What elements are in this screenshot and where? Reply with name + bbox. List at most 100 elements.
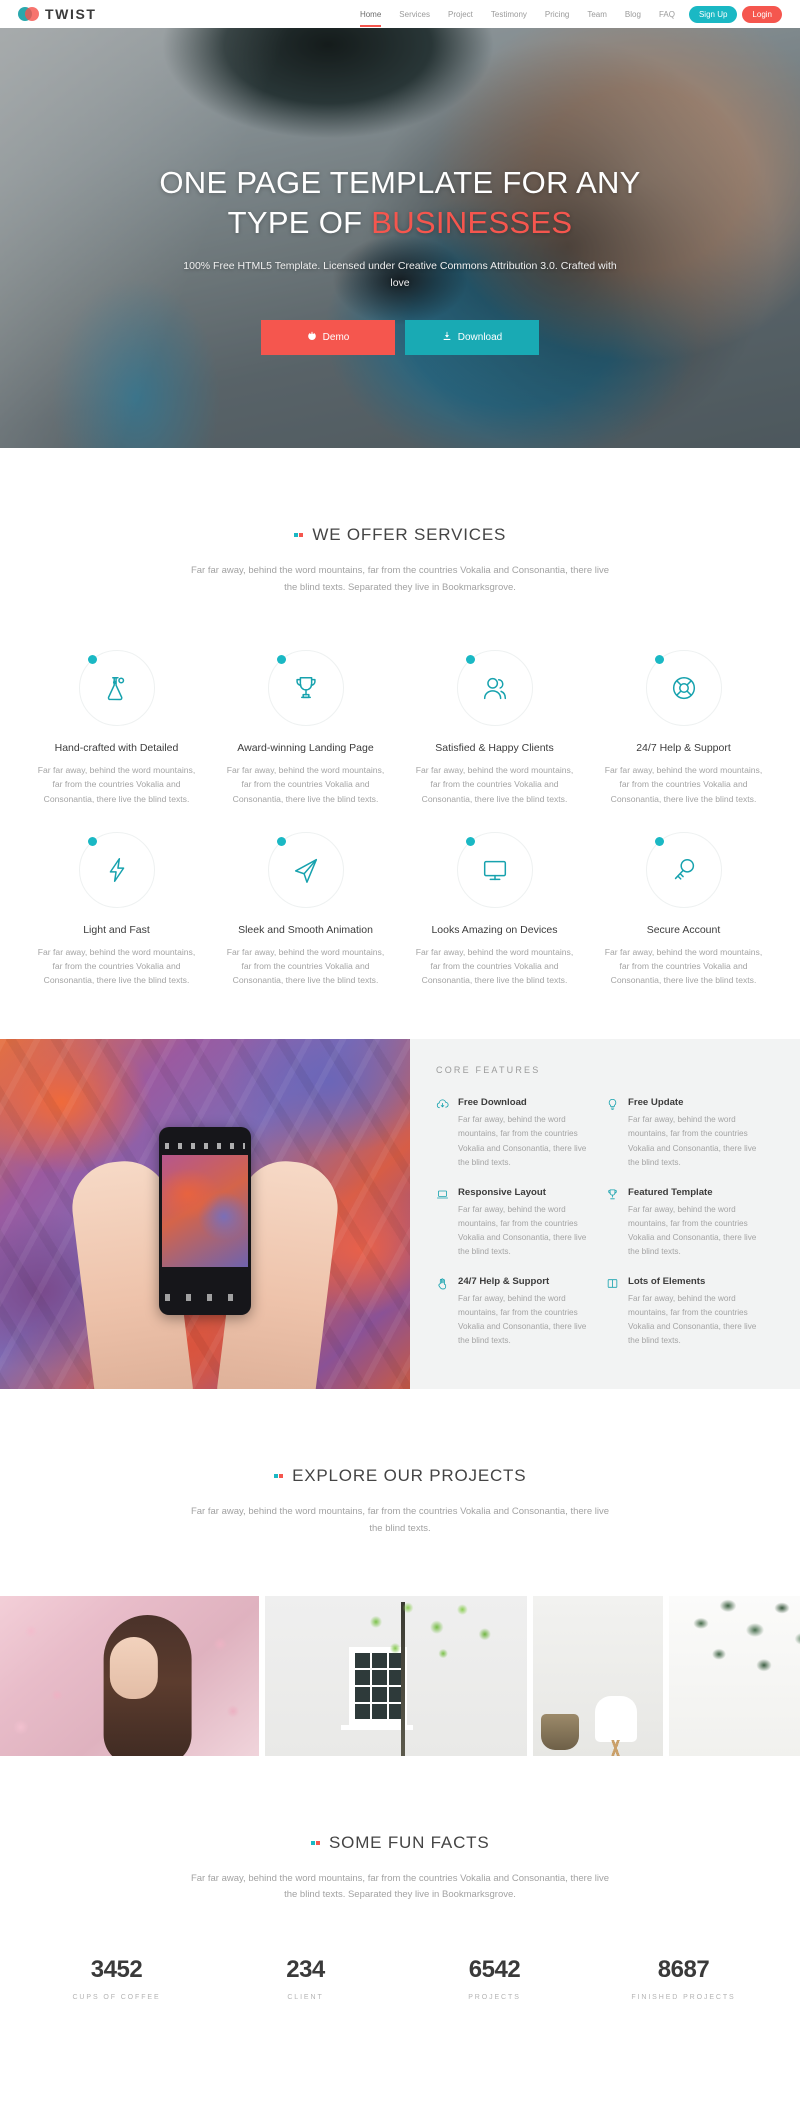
hands-illustration xyxy=(67,1071,343,1390)
project-thumbnail-2[interactable] xyxy=(265,1595,527,1756)
core-feature-desc: Far far away, behind the word mountains,… xyxy=(628,1294,757,1346)
core-feature-responsive-layout[interactable]: Responsive Layout Far far away, behind t… xyxy=(436,1187,606,1259)
core-feature-desc: Far far away, behind the word mountains,… xyxy=(458,1294,587,1346)
core-feature-desc: Far far away, behind the word mountains,… xyxy=(458,1115,587,1167)
service-card-secure-account[interactable]: Secure Account Far far away, behind the … xyxy=(589,831,778,988)
counter-finished-projects: 8687 FINISHED PROJECTS xyxy=(589,1956,778,2001)
fun-facts-section: SOME FUN FACTS Far far away, behind the … xyxy=(0,1756,800,2031)
nav-item-pricing[interactable]: Pricing xyxy=(536,3,578,26)
services-description: Far far away, behind the word mountains,… xyxy=(190,565,610,593)
cloud-download-icon xyxy=(436,1097,450,1169)
counters-row: 3452 CUPS OF COFFEE 234 CLIENT 6542 PROJ… xyxy=(0,1956,800,2031)
services-row-1: Hand-crafted with Detailed Far far away,… xyxy=(22,650,778,806)
service-desc: Far far away, behind the word mountains,… xyxy=(37,765,196,804)
service-title: Satisfied & Happy Clients xyxy=(435,742,554,755)
brand-logo[interactable]: TWIST xyxy=(18,6,97,22)
landing-page: TWIST Home Services Project Testimony Pr… xyxy=(0,0,800,2031)
services-heading-text: WE OFFER SERVICES xyxy=(312,525,507,544)
download-icon xyxy=(442,331,452,344)
core-features-heading: CORE FEATURES xyxy=(436,1065,541,1076)
counter-projects: 6542 PROJECTS xyxy=(400,1956,589,2001)
demo-button[interactable]: Demo xyxy=(261,319,395,355)
nav-item-testimony[interactable]: Testimony xyxy=(482,3,536,26)
core-features-image xyxy=(0,1039,410,1390)
core-feature-title: 24/7 Help & Support xyxy=(458,1276,550,1288)
nav-item-services[interactable]: Services xyxy=(390,3,439,26)
trophy-icon xyxy=(267,650,344,727)
hero-title-highlight: BUSINESSES xyxy=(371,204,573,240)
service-desc: Far far away, behind the word mountains,… xyxy=(226,946,385,986)
users-icon xyxy=(456,650,533,727)
nav-item-home[interactable]: Home xyxy=(351,3,390,27)
service-desc: Far far away, behind the word mountains,… xyxy=(604,946,763,986)
heading-dots-icon xyxy=(273,1474,284,1479)
service-card-smooth-animation[interactable]: Sleek and Smooth Animation Far far away,… xyxy=(211,831,400,988)
services-heading: WE OFFER SERVICES xyxy=(293,525,507,545)
service-desc: Far far away, behind the word mountains,… xyxy=(226,765,385,804)
service-card-light-fast[interactable]: Light and Fast Far far away, behind the … xyxy=(22,831,211,988)
sign-up-button[interactable]: Sign Up xyxy=(688,5,738,23)
service-card-hand-crafted[interactable]: Hand-crafted with Detailed Far far away,… xyxy=(22,650,211,806)
service-desc: Far far away, behind the word mountains,… xyxy=(415,946,574,986)
download-button[interactable]: Download xyxy=(405,319,539,355)
core-feature-title: Responsive Layout xyxy=(458,1186,546,1198)
core-feature-title: Free Download xyxy=(458,1097,527,1109)
core-feature-title: Lots of Elements xyxy=(628,1276,706,1288)
services-row-2: Light and Fast Far far away, behind the … xyxy=(22,831,778,988)
trophy-icon xyxy=(606,1187,620,1259)
service-card-looks-amazing[interactable]: Looks Amazing on Devices Far far away, b… xyxy=(400,831,589,988)
service-title: Hand-crafted with Detailed xyxy=(54,742,179,755)
service-desc: Far far away, behind the word mountains,… xyxy=(415,765,574,804)
lifebuoy-icon xyxy=(645,650,722,727)
service-title: Secure Account xyxy=(646,923,721,936)
project-thumbnail-4[interactable] xyxy=(669,1595,800,1756)
counter-label: CLIENT xyxy=(287,1993,324,2001)
nav-item-faq[interactable]: FAQ xyxy=(650,3,684,26)
counter-number: 3452 xyxy=(90,1955,143,1983)
projects-section: EXPLORE OUR PROJECTS Far far away, behin… xyxy=(0,1389,800,1756)
heading-dots-icon xyxy=(310,1840,321,1845)
counter-client: 234 CLIENT xyxy=(211,1956,400,2001)
core-feature-free-update[interactable]: Free Update Far far away, behind the wor… xyxy=(606,1097,776,1169)
hand-icon xyxy=(436,1276,450,1348)
core-feature-help-support[interactable]: 24/7 Help & Support Far far away, behind… xyxy=(436,1276,606,1348)
nav-item-blog[interactable]: Blog xyxy=(616,3,650,26)
service-card-happy-clients[interactable]: Satisfied & Happy Clients Far far away, … xyxy=(400,650,589,806)
hero-subtitle: 100% Free HTML5 Template. Licensed under… xyxy=(183,260,617,290)
twist-logo-icon xyxy=(18,7,40,21)
projects-gallery xyxy=(0,1595,800,1756)
service-desc: Far far away, behind the word mountains,… xyxy=(604,765,763,804)
login-button[interactable]: Login xyxy=(742,5,782,23)
project-thumbnail-3[interactable] xyxy=(533,1595,663,1756)
service-title: Light and Fast xyxy=(83,923,150,936)
core-feature-desc: Far far away, behind the word mountains,… xyxy=(458,1204,587,1257)
bolt-icon xyxy=(78,831,155,908)
hero-section: ONE PAGE TEMPLATE FOR ANY TYPE OF BUSINE… xyxy=(0,28,800,448)
project-thumbnail-1[interactable] xyxy=(0,1595,259,1756)
top-navbar: TWIST Home Services Project Testimony Pr… xyxy=(0,0,800,28)
core-feature-lots-of-elements[interactable]: Lots of Elements Far far away, behind th… xyxy=(606,1276,776,1348)
hero-title-line2: TYPE OF xyxy=(227,204,372,240)
core-feature-desc: Far far away, behind the word mountains,… xyxy=(628,1115,757,1167)
monitor-icon xyxy=(456,831,533,908)
hero-title-line1: ONE PAGE TEMPLATE FOR ANY xyxy=(159,165,641,200)
nav-item-team[interactable]: Team xyxy=(578,3,616,26)
service-title: Award-winning Landing Page xyxy=(237,742,374,755)
service-desc: Far far away, behind the word mountains,… xyxy=(37,946,196,986)
nav-item-project[interactable]: Project xyxy=(439,3,482,26)
service-card-award-winning[interactable]: Award-winning Landing Page Far far away,… xyxy=(211,650,400,806)
core-feature-title: Featured Template xyxy=(628,1186,713,1198)
fun-facts-heading: SOME FUN FACTS xyxy=(310,1833,490,1853)
core-features-panel: CORE FEATURES Free Download Far far away… xyxy=(410,1039,800,1390)
counter-cups-of-coffee: 3452 CUPS OF COFFEE xyxy=(22,1956,211,2001)
core-feature-free-download[interactable]: Free Download Far far away, behind the w… xyxy=(436,1097,606,1169)
brand-name: TWIST xyxy=(45,6,97,22)
services-section: WE OFFER SERVICES Far far away, behind t… xyxy=(0,448,800,987)
core-feature-featured-template[interactable]: Featured Template Far far away, behind t… xyxy=(606,1187,776,1259)
counter-label: CUPS OF COFFEE xyxy=(72,1993,161,2001)
core-feature-title: Free Update xyxy=(628,1097,684,1109)
service-card-help-support[interactable]: 24/7 Help & Support Far far away, behind… xyxy=(589,650,778,806)
lightbulb-icon xyxy=(606,1097,620,1169)
service-title: 24/7 Help & Support xyxy=(636,742,731,755)
service-title: Looks Amazing on Devices xyxy=(431,923,558,936)
